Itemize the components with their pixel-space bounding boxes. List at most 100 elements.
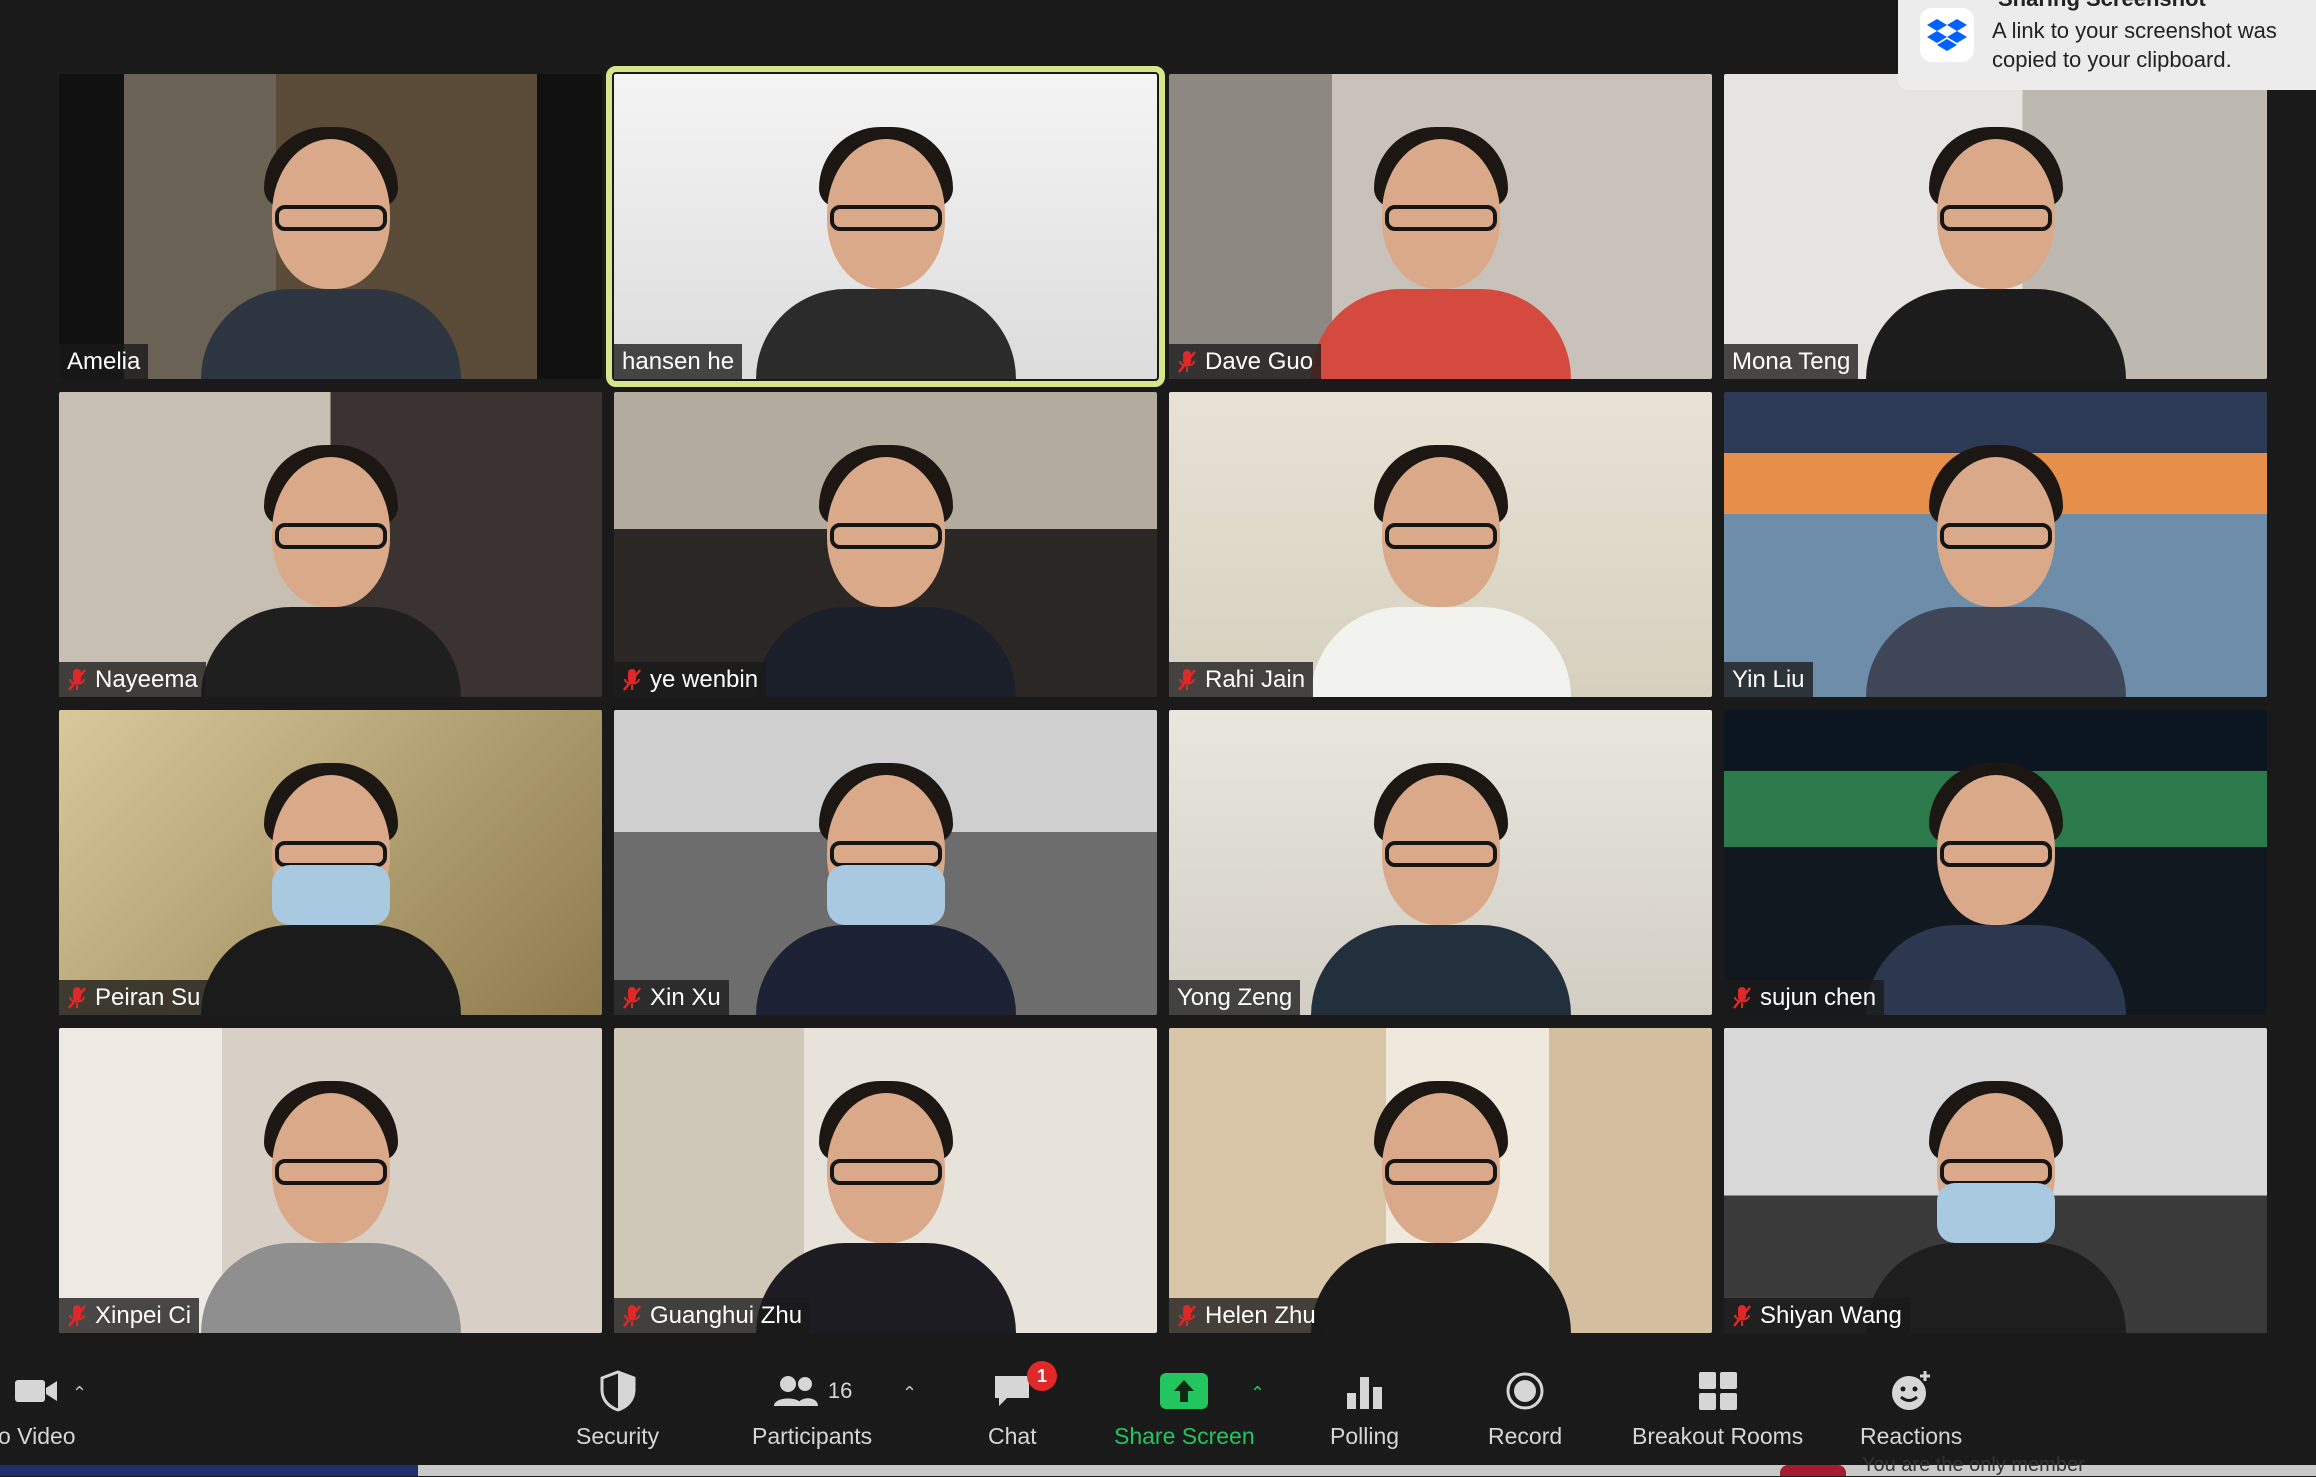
participant-video	[1310, 745, 1571, 1015]
muted-microphone-icon	[622, 668, 642, 692]
video-camera-icon	[14, 1367, 59, 1415]
people-icon: 16	[772, 1367, 852, 1415]
share-options-chevron-icon[interactable]: ⌃	[1250, 1383, 1265, 1404]
share-screen-icon	[1160, 1367, 1209, 1415]
participant-name: Xinpei Ci	[95, 1302, 192, 1329]
participant-tile[interactable]: Helen Zhu	[1169, 1028, 1712, 1333]
muted-microphone-icon	[67, 668, 87, 692]
video-options-chevron-icon[interactable]: ⌃	[72, 1383, 87, 1404]
participant-name: Nayeema	[95, 666, 198, 693]
participant-tile[interactable]: Yong Zeng	[1169, 710, 1712, 1015]
taskbar-strip: You are the only member	[0, 1454, 2316, 1476]
participant-video	[200, 427, 461, 697]
participant-name: Guanghui Zhu	[650, 1302, 803, 1329]
participant-name-label: Rahi Jain	[1169, 662, 1314, 697]
participant-tile[interactable]: Peiran Su	[59, 710, 602, 1015]
participant-video	[1865, 745, 2126, 1015]
muted-microphone-icon	[1177, 668, 1197, 692]
participant-name-label: Shiyan Wang	[1724, 1298, 1910, 1333]
participant-video	[1865, 427, 2126, 697]
participant-name-label: Dave Guo	[1169, 344, 1322, 379]
muted-microphone-icon	[1732, 986, 1752, 1010]
polling-button[interactable]: Polling	[1330, 1367, 1399, 1450]
participant-video	[1310, 427, 1571, 697]
participant-video	[755, 427, 1016, 697]
participant-name-label: Mona Teng	[1724, 344, 1859, 379]
participant-video	[200, 109, 461, 379]
dropbox-icon	[1920, 8, 1974, 62]
participant-tile[interactable]: Yin Liu	[1724, 392, 2267, 697]
grid-icon	[1698, 1367, 1738, 1415]
participant-name: Peiran Su	[95, 984, 201, 1011]
participant-name-label: Peiran Su	[59, 980, 209, 1015]
notification-message: A link to your screenshot was copied to …	[1992, 18, 2277, 72]
participant-video	[1865, 1063, 2126, 1333]
participant-name: Shiyan Wang	[1760, 1302, 1902, 1329]
notification-title: Sharing Screenshot	[1998, 0, 2206, 12]
participants-button[interactable]: 16 Participants	[752, 1367, 872, 1450]
participant-name-label: ye wenbin	[614, 662, 767, 697]
reactions-button[interactable]: Reactions	[1860, 1367, 1962, 1450]
participant-tile[interactable]: Xinpei Ci	[59, 1028, 602, 1333]
stop-video-button[interactable]: o Video	[0, 1367, 76, 1450]
participant-tile[interactable]: Nayeema	[59, 392, 602, 697]
participant-name: Rahi Jain	[1205, 666, 1306, 693]
participant-name: Yong Zeng	[1177, 984, 1293, 1011]
participant-video	[1310, 109, 1571, 379]
participant-tile[interactable]: Rahi Jain	[1169, 392, 1712, 697]
participant-name-label: sujun chen	[1724, 980, 1885, 1015]
record-button[interactable]: Record	[1488, 1367, 1562, 1450]
security-button[interactable]: Security	[576, 1367, 659, 1450]
participant-name: Xin Xu	[650, 984, 721, 1011]
participant-name-label: Nayeema	[59, 662, 206, 697]
participant-name-label: Helen Zhu	[1169, 1298, 1324, 1333]
participant-tile[interactable]: sujun chen	[1724, 710, 2267, 1015]
participant-name-label: Yin Liu	[1724, 662, 1813, 697]
participant-tile[interactable]: hansen he	[606, 66, 1165, 387]
muted-microphone-icon	[622, 986, 642, 1010]
participant-video	[755, 1063, 1016, 1333]
participant-name: hansen he	[622, 348, 735, 375]
participants-options-chevron-icon[interactable]: ⌃	[902, 1383, 917, 1404]
muted-microphone-icon	[1177, 1304, 1197, 1328]
participant-tile[interactable]: ye wenbin	[614, 392, 1157, 697]
chat-unread-badge: 1	[1027, 1361, 1057, 1391]
participant-tile[interactable]: Guanghui Zhu	[614, 1028, 1157, 1333]
muted-microphone-icon	[1177, 350, 1197, 374]
breakout-rooms-button[interactable]: Breakout Rooms	[1632, 1367, 1803, 1450]
participant-video	[1865, 109, 2126, 379]
participant-name-label: Amelia	[59, 344, 149, 379]
smiley-add-icon	[1889, 1367, 1933, 1415]
share-screen-button[interactable]: Share Screen	[1114, 1367, 1255, 1450]
screenshot-notification[interactable]: Sharing Screenshot A link to your screen…	[1898, 0, 2316, 90]
shield-icon	[600, 1367, 636, 1415]
video-gallery: Amelia hansen he Dave Guo Mona Teng Nayeema y…	[59, 66, 2267, 1333]
muted-microphone-icon	[1732, 1304, 1752, 1328]
participant-name: Mona Teng	[1732, 348, 1851, 375]
participant-name-label: Xinpei Ci	[59, 1298, 200, 1333]
participant-tile[interactable]: Xin Xu	[614, 710, 1157, 1015]
participant-tile[interactable]: Amelia	[59, 74, 602, 379]
meeting-toolbar: o Video ⌃ Security 16 Participants ⌃ Cha…	[0, 1355, 2316, 1465]
participant-name: Helen Zhu	[1205, 1302, 1316, 1329]
participant-tile[interactable]: Mona Teng	[1724, 74, 2267, 379]
record-icon	[1505, 1367, 1545, 1415]
muted-microphone-icon	[67, 1304, 87, 1328]
participant-video	[1310, 1063, 1571, 1333]
participant-name-label: hansen he	[614, 344, 743, 379]
participants-count: 16	[827, 1378, 853, 1403]
participant-name: Dave Guo	[1205, 348, 1314, 375]
participant-video	[755, 109, 1016, 379]
participant-video	[200, 1063, 461, 1333]
participant-name: Amelia	[67, 348, 141, 375]
participant-video	[200, 745, 461, 1015]
participant-name: Yin Liu	[1732, 666, 1805, 693]
participant-name: sujun chen	[1760, 984, 1877, 1011]
muted-microphone-icon	[67, 986, 87, 1010]
participant-name-label: Yong Zeng	[1169, 980, 1301, 1015]
participant-tile[interactable]: Shiyan Wang	[1724, 1028, 2267, 1333]
status-message: You are the only member	[1862, 1454, 2085, 1476]
participant-name-label: Xin Xu	[614, 980, 729, 1015]
muted-microphone-icon	[622, 1304, 642, 1328]
participant-tile[interactable]: Dave Guo	[1169, 74, 1712, 379]
